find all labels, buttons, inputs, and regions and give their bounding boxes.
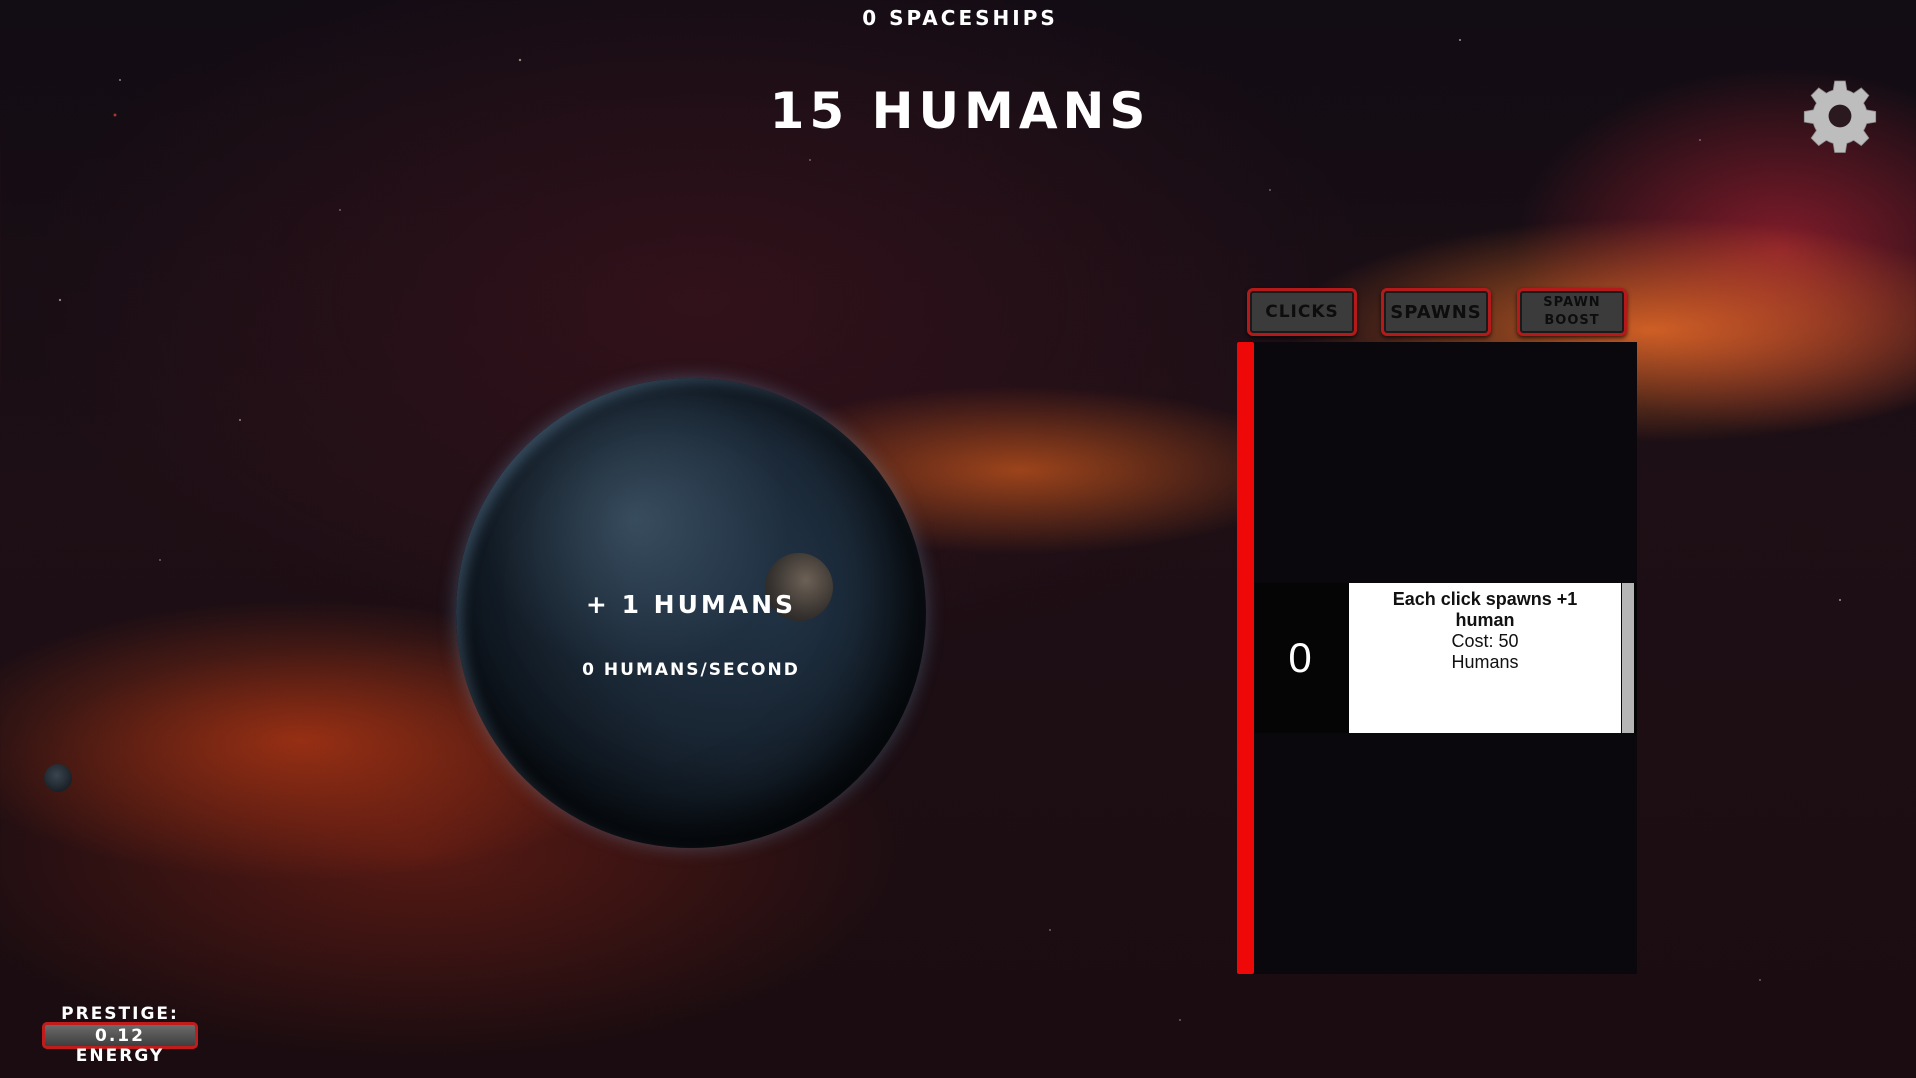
- tab-spawn-boost-label: SPAWN BOOST: [1543, 294, 1600, 330]
- tab-spawn-boost-label-line1: SPAWN: [1543, 295, 1601, 310]
- tab-spawns-label: SPAWNS: [1390, 301, 1482, 323]
- tab-spawn-boost-label-line2: BOOST: [1544, 313, 1600, 328]
- upgrade-description: Each click spawns +1 human: [1392, 589, 1578, 630]
- click-gain-label: + 1 HUMANS: [585, 590, 797, 619]
- settings-button[interactable]: [1802, 78, 1878, 154]
- upgrade-cost-unit: Humans: [1451, 652, 1519, 672]
- upgrade-buy-card[interactable]: Each click spawns +1 human Cost: 50 Huma…: [1349, 583, 1621, 733]
- prestige-value: 0.12: [95, 1025, 145, 1046]
- distant-moon: [44, 764, 72, 792]
- tab-clicks[interactable]: CLICKS: [1247, 288, 1357, 336]
- gear-icon: [1803, 80, 1877, 153]
- prestige-unit-label: ENERGY: [75, 1046, 165, 1066]
- upgrade-owned-count: 0: [1288, 634, 1312, 681]
- prestige-button[interactable]: 0.12: [42, 1022, 198, 1049]
- humans-per-second-label: 0 HUMANS/SECOND: [582, 660, 800, 680]
- upgrade-row-scroll-thumb[interactable]: [1622, 583, 1634, 733]
- prestige-label: PRESTIGE:: [61, 1004, 179, 1024]
- spaceships-counter: 0 SPACESHIPS: [862, 6, 1058, 30]
- humans-counter: 15 HUMANS: [769, 82, 1151, 140]
- upgrade-panel-scrollbar[interactable]: [1237, 342, 1254, 974]
- tab-clicks-label: CLICKS: [1265, 302, 1339, 322]
- tab-spawns[interactable]: SPAWNS: [1381, 288, 1491, 336]
- tab-spawn-boost[interactable]: SPAWN BOOST: [1517, 288, 1627, 336]
- upgrade-cost: Cost: 50: [1451, 631, 1519, 651]
